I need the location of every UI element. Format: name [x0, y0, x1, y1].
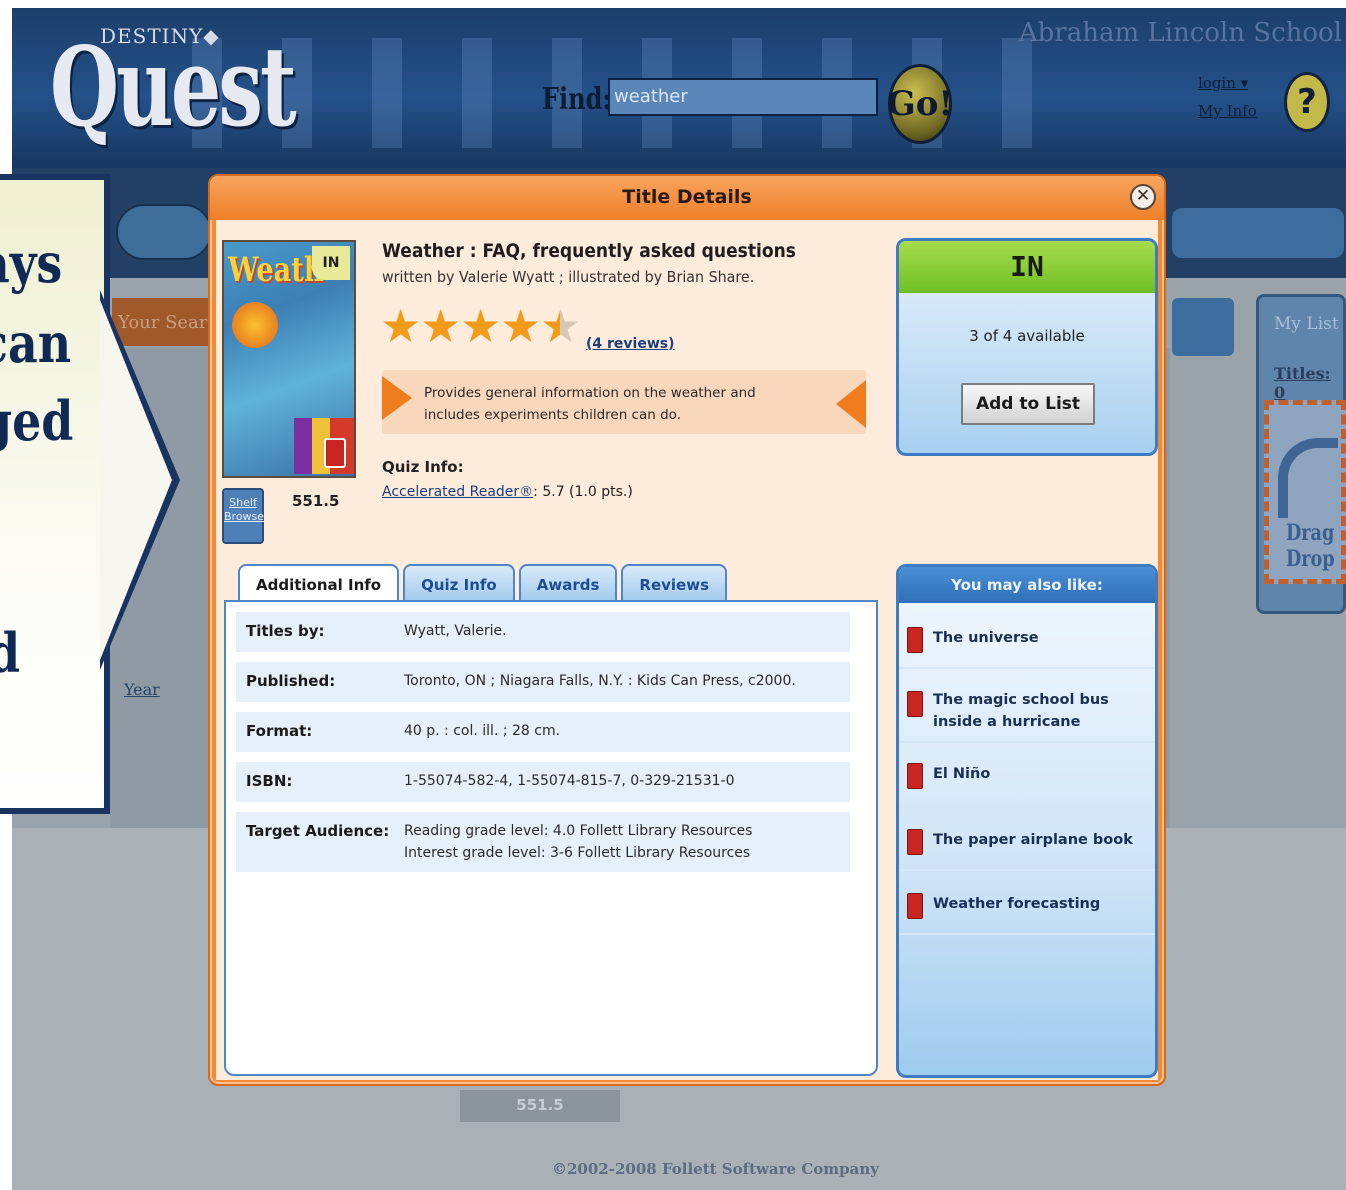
book-icon	[907, 627, 923, 653]
shelf-browse-button[interactable]: Shelf Browse	[222, 488, 264, 544]
info-row: Titles by: Wyatt, Valerie.	[236, 612, 850, 652]
availability-card: IN 3 of 4 available Add to List	[896, 238, 1158, 456]
summary-box: Provides general information on the weat…	[382, 370, 866, 434]
find-label: Find:	[542, 82, 612, 117]
also-like-header: You may also like:	[899, 567, 1155, 603]
suggestion-item[interactable]: The paper airplane book	[899, 809, 1155, 871]
chevron-right-icon	[382, 376, 412, 420]
book-author: written by Valerie Wyatt ; illustrated b…	[382, 268, 755, 286]
secondary-search-bar	[1172, 208, 1344, 258]
suggestion-item[interactable]: The magic school bus inside a hurricane	[899, 671, 1155, 743]
close-icon[interactable]: ✕	[1130, 184, 1156, 210]
modal-titlebar: Title Details ✕	[210, 176, 1164, 220]
school-name: Abraham Lincoln School	[1018, 18, 1342, 48]
info-label: ISBN:	[246, 772, 293, 790]
nav-icons[interactable]	[116, 204, 212, 260]
suggestion-title[interactable]: The magic school bus inside a hurricane	[933, 689, 1155, 733]
quiz-info-label: Quiz Info:	[382, 458, 464, 476]
suggestion-title[interactable]: The universe	[933, 627, 1155, 649]
additional-info-panel: Titles by: Wyatt, Valerie. Published: To…	[224, 600, 878, 1076]
cover-title: Weath	[228, 250, 324, 290]
search-input[interactable]: weather	[608, 78, 878, 116]
callout-pointer-fill	[100, 300, 172, 660]
info-value: Interest grade level: 3-6 Follett Librar…	[404, 845, 751, 861]
star-icon: ★	[500, 299, 542, 353]
tab-reviews[interactable]: Reviews	[621, 564, 727, 604]
title-details-modal: Title Details ✕ Weath IN Shelf Browse 55…	[208, 174, 1166, 1086]
login-link[interactable]: login ▾	[1198, 74, 1248, 92]
drag-drop-label: Drag Drop	[1286, 520, 1335, 572]
help-icon[interactable]: ?	[1284, 72, 1330, 132]
also-like-panel: You may also like: The universe The magi…	[896, 564, 1158, 1078]
status-label: IN	[899, 241, 1155, 293]
cover-sun-icon	[232, 302, 278, 348]
quiz-info-score: : 5.7 (1.0 pts.)	[533, 484, 633, 500]
accelerated-reader-link[interactable]: Accelerated Reader®	[382, 484, 533, 500]
info-value: 1-55074-582-4, 1-55074-815-7, 0-329-2153…	[404, 773, 735, 789]
star-icon: ★	[420, 299, 462, 353]
chevron-left-icon	[836, 380, 866, 428]
modal-title: Title Details	[622, 186, 752, 208]
info-label: Target Audience:	[246, 822, 390, 840]
info-value: Wyatt, Valerie.	[404, 623, 507, 639]
summary-text: Provides general information on the weat…	[424, 385, 756, 423]
suggestion-title[interactable]: El Niño	[933, 763, 1155, 785]
callout-line: ays	[0, 231, 63, 295]
book-cover: Weath IN	[222, 240, 356, 478]
book-icon	[907, 763, 923, 789]
copyright: ©2002-2008 Follett Software Company	[552, 1160, 879, 1178]
suggestion-item[interactable]: El Niño	[899, 745, 1155, 807]
info-row: Format: 40 p. : col. ill. ; 28 cm.	[236, 712, 850, 752]
half-star-icon: ★	[540, 299, 582, 353]
reviews-link[interactable]: (4 reviews)	[586, 336, 675, 352]
book-title: Weather : FAQ, frequently asked question…	[382, 240, 796, 262]
book-icon	[907, 893, 923, 919]
info-value: 40 p. : col. ill. ; 28 cm.	[404, 723, 561, 739]
info-label: Format:	[246, 722, 313, 740]
info-row: Published: Toronto, ON ; Niagara Falls, …	[236, 662, 850, 702]
my-list-title: My List	[1274, 314, 1339, 334]
detail-tabs: Additional Info Quiz Info Awards Reviews	[238, 564, 731, 606]
modal-body: Weath IN Shelf Browse 551.5 Weather : FA…	[216, 220, 1158, 1080]
callout-line: can	[0, 311, 72, 375]
suggestion-item[interactable]: Weather forecasting	[899, 873, 1155, 935]
go-button[interactable]: Go!	[887, 64, 953, 144]
background-call-number: 551.5	[460, 1090, 620, 1122]
info-value: Reading grade level: 4.0 Follett Library…	[404, 823, 753, 839]
suggestion-title[interactable]: Weather forecasting	[933, 893, 1155, 915]
callout-panel: ays can ged d	[0, 174, 110, 814]
star-icon: ★	[380, 299, 422, 353]
info-label: Published:	[246, 672, 336, 690]
availability-text: 3 of 4 available	[969, 327, 1085, 345]
cover-status-badge: IN	[312, 246, 350, 280]
tab-quiz-info[interactable]: Quiz Info	[403, 564, 515, 604]
add-to-list-button[interactable]: Add to List	[961, 383, 1095, 425]
book-icon	[907, 691, 923, 717]
tab-awards[interactable]: Awards	[518, 564, 618, 604]
callout-line: ged	[0, 389, 74, 453]
info-label: Titles by:	[246, 622, 325, 640]
brand-logo: Quest	[50, 22, 297, 151]
quiz-info-value: Accelerated Reader®: 5.7 (1.0 pts.)	[382, 484, 633, 500]
year-link[interactable]: Year	[124, 680, 160, 699]
book-icon	[324, 438, 346, 468]
my-list-titles-link[interactable]: Titles: 0	[1274, 364, 1346, 402]
suggestion-item[interactable]: The universe	[899, 607, 1155, 669]
call-number: 551.5	[292, 492, 340, 510]
book-icon	[907, 829, 923, 855]
suggestion-title[interactable]: The paper airplane book	[933, 829, 1155, 851]
star-icon: ★	[460, 299, 502, 353]
view-toggle[interactable]	[1172, 298, 1234, 356]
info-row: Target Audience: Reading grade level: 4.…	[236, 812, 850, 872]
callout-line: d	[0, 626, 20, 680]
star-rating: ★ ★ ★ ★ ★	[380, 299, 582, 353]
my-info-link[interactable]: My Info	[1198, 102, 1257, 120]
info-row: ISBN: 1-55074-582-4, 1-55074-815-7, 0-32…	[236, 762, 850, 802]
info-value: Toronto, ON ; Niagara Falls, N.Y. : Kids…	[404, 673, 796, 689]
